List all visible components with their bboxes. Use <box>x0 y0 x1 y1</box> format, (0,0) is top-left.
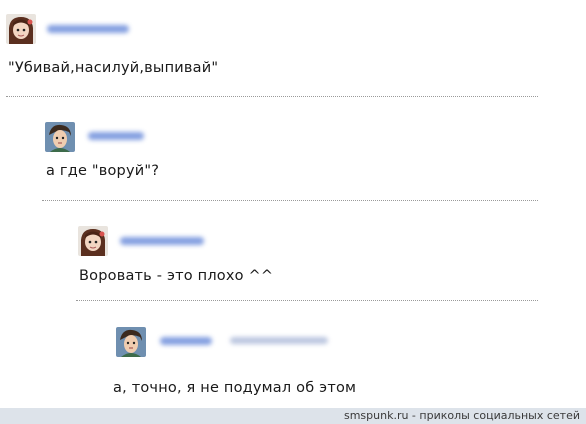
username-blurred[interactable] <box>120 237 204 245</box>
comment-divider <box>76 300 538 301</box>
girl-avatar-icon[interactable] <box>78 226 108 256</box>
girl-avatar-icon[interactable] <box>6 14 36 44</box>
watermark-text: smspunk.ru - приколы социальных сетей <box>343 409 580 422</box>
watermark-bar: smspunk.ru - приколы социальных сетей <box>0 408 586 424</box>
comment-text: Воровать - это плохо ^^ <box>79 268 274 284</box>
boy-avatar-icon[interactable] <box>45 122 75 152</box>
boy-avatar-icon[interactable] <box>116 327 146 357</box>
comment-divider <box>42 200 538 201</box>
comment-divider <box>6 96 538 97</box>
reply-to-tag-blurred[interactable] <box>230 337 328 344</box>
username-blurred[interactable] <box>47 25 129 33</box>
comment-text: а, точно, я не подумал об этом <box>113 380 357 396</box>
username-blurred[interactable] <box>88 132 144 140</box>
comment-text: а где "воруй"? <box>46 163 160 179</box>
username-blurred[interactable] <box>160 337 212 345</box>
comment-text: "Убивай,насилуй,выпивай" <box>8 60 219 76</box>
